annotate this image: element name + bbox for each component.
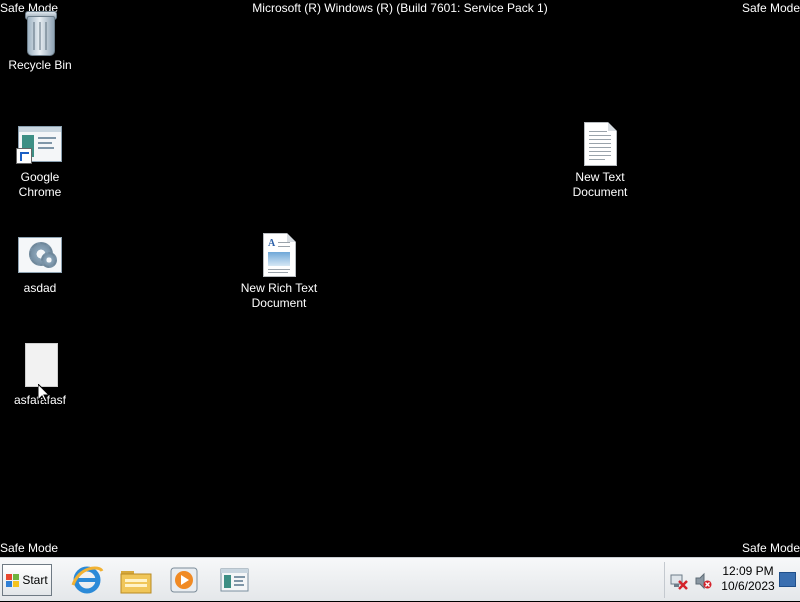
desktop-icon-label: New Rich Text Document bbox=[240, 281, 318, 310]
network-disconnected-icon[interactable] bbox=[670, 572, 688, 590]
system-clock[interactable]: 12:09 PM 10/6/2023 bbox=[716, 564, 780, 594]
text-document-icon bbox=[576, 120, 624, 168]
taskbar-application-window[interactable] bbox=[216, 563, 252, 597]
desktop-icon-label: Google Chrome bbox=[18, 170, 62, 199]
desktop-icon-label: New Text Document bbox=[572, 170, 628, 199]
safe-mode-label-bottom-right: Safe Mode bbox=[741, 541, 800, 555]
desktop-icon-recycle-bin[interactable]: Recycle Bin bbox=[0, 8, 80, 73]
start-button[interactable]: Start bbox=[2, 564, 52, 596]
clock-date: 10/6/2023 bbox=[721, 579, 775, 593]
desktop-icon-google-chrome[interactable]: Google Chrome bbox=[0, 120, 80, 200]
media-player-icon bbox=[170, 567, 198, 593]
os-build-title: Microsoft (R) Windows (R) (Build 7601: S… bbox=[252, 1, 548, 15]
application-window-icon bbox=[220, 568, 249, 592]
safe-mode-label-bottom-left: Safe Mode bbox=[0, 541, 59, 555]
internet-explorer-icon bbox=[71, 566, 104, 594]
taskbar-internet-explorer[interactable] bbox=[69, 563, 105, 597]
rich-text-document-icon: A bbox=[255, 231, 303, 279]
desktop[interactable]: Safe Mode Safe Mode Microsoft (R) Window… bbox=[0, 0, 800, 557]
volume-muted-icon[interactable] bbox=[694, 572, 712, 590]
desktop-icon-label: Recycle Bin bbox=[8, 58, 72, 72]
desktop-icon-label: asdad bbox=[23, 281, 57, 295]
settings-window-icon bbox=[16, 231, 64, 279]
show-desktop-icon[interactable] bbox=[779, 572, 796, 587]
taskbar: Start 12:09 PM 10/6/2023 bbox=[0, 557, 800, 601]
desktop-icon-new-rich-text-document[interactable]: A New Rich Text Document bbox=[239, 231, 319, 311]
start-label: Start bbox=[22, 573, 48, 587]
desktop-icon-asdad[interactable]: asdad bbox=[0, 231, 80, 296]
folder-icon bbox=[120, 571, 152, 594]
application-shortcut-icon bbox=[16, 120, 64, 168]
desktop-icon-new-text-document[interactable]: New Text Document bbox=[560, 120, 640, 200]
taskbar-media-player[interactable] bbox=[166, 563, 202, 597]
windows-logo-icon bbox=[6, 573, 20, 587]
shortcut-arrow-icon bbox=[16, 148, 32, 164]
clock-time: 12:09 PM bbox=[722, 564, 774, 578]
recycle-bin-icon bbox=[16, 8, 64, 56]
taskbar-windows-explorer[interactable] bbox=[118, 563, 154, 597]
